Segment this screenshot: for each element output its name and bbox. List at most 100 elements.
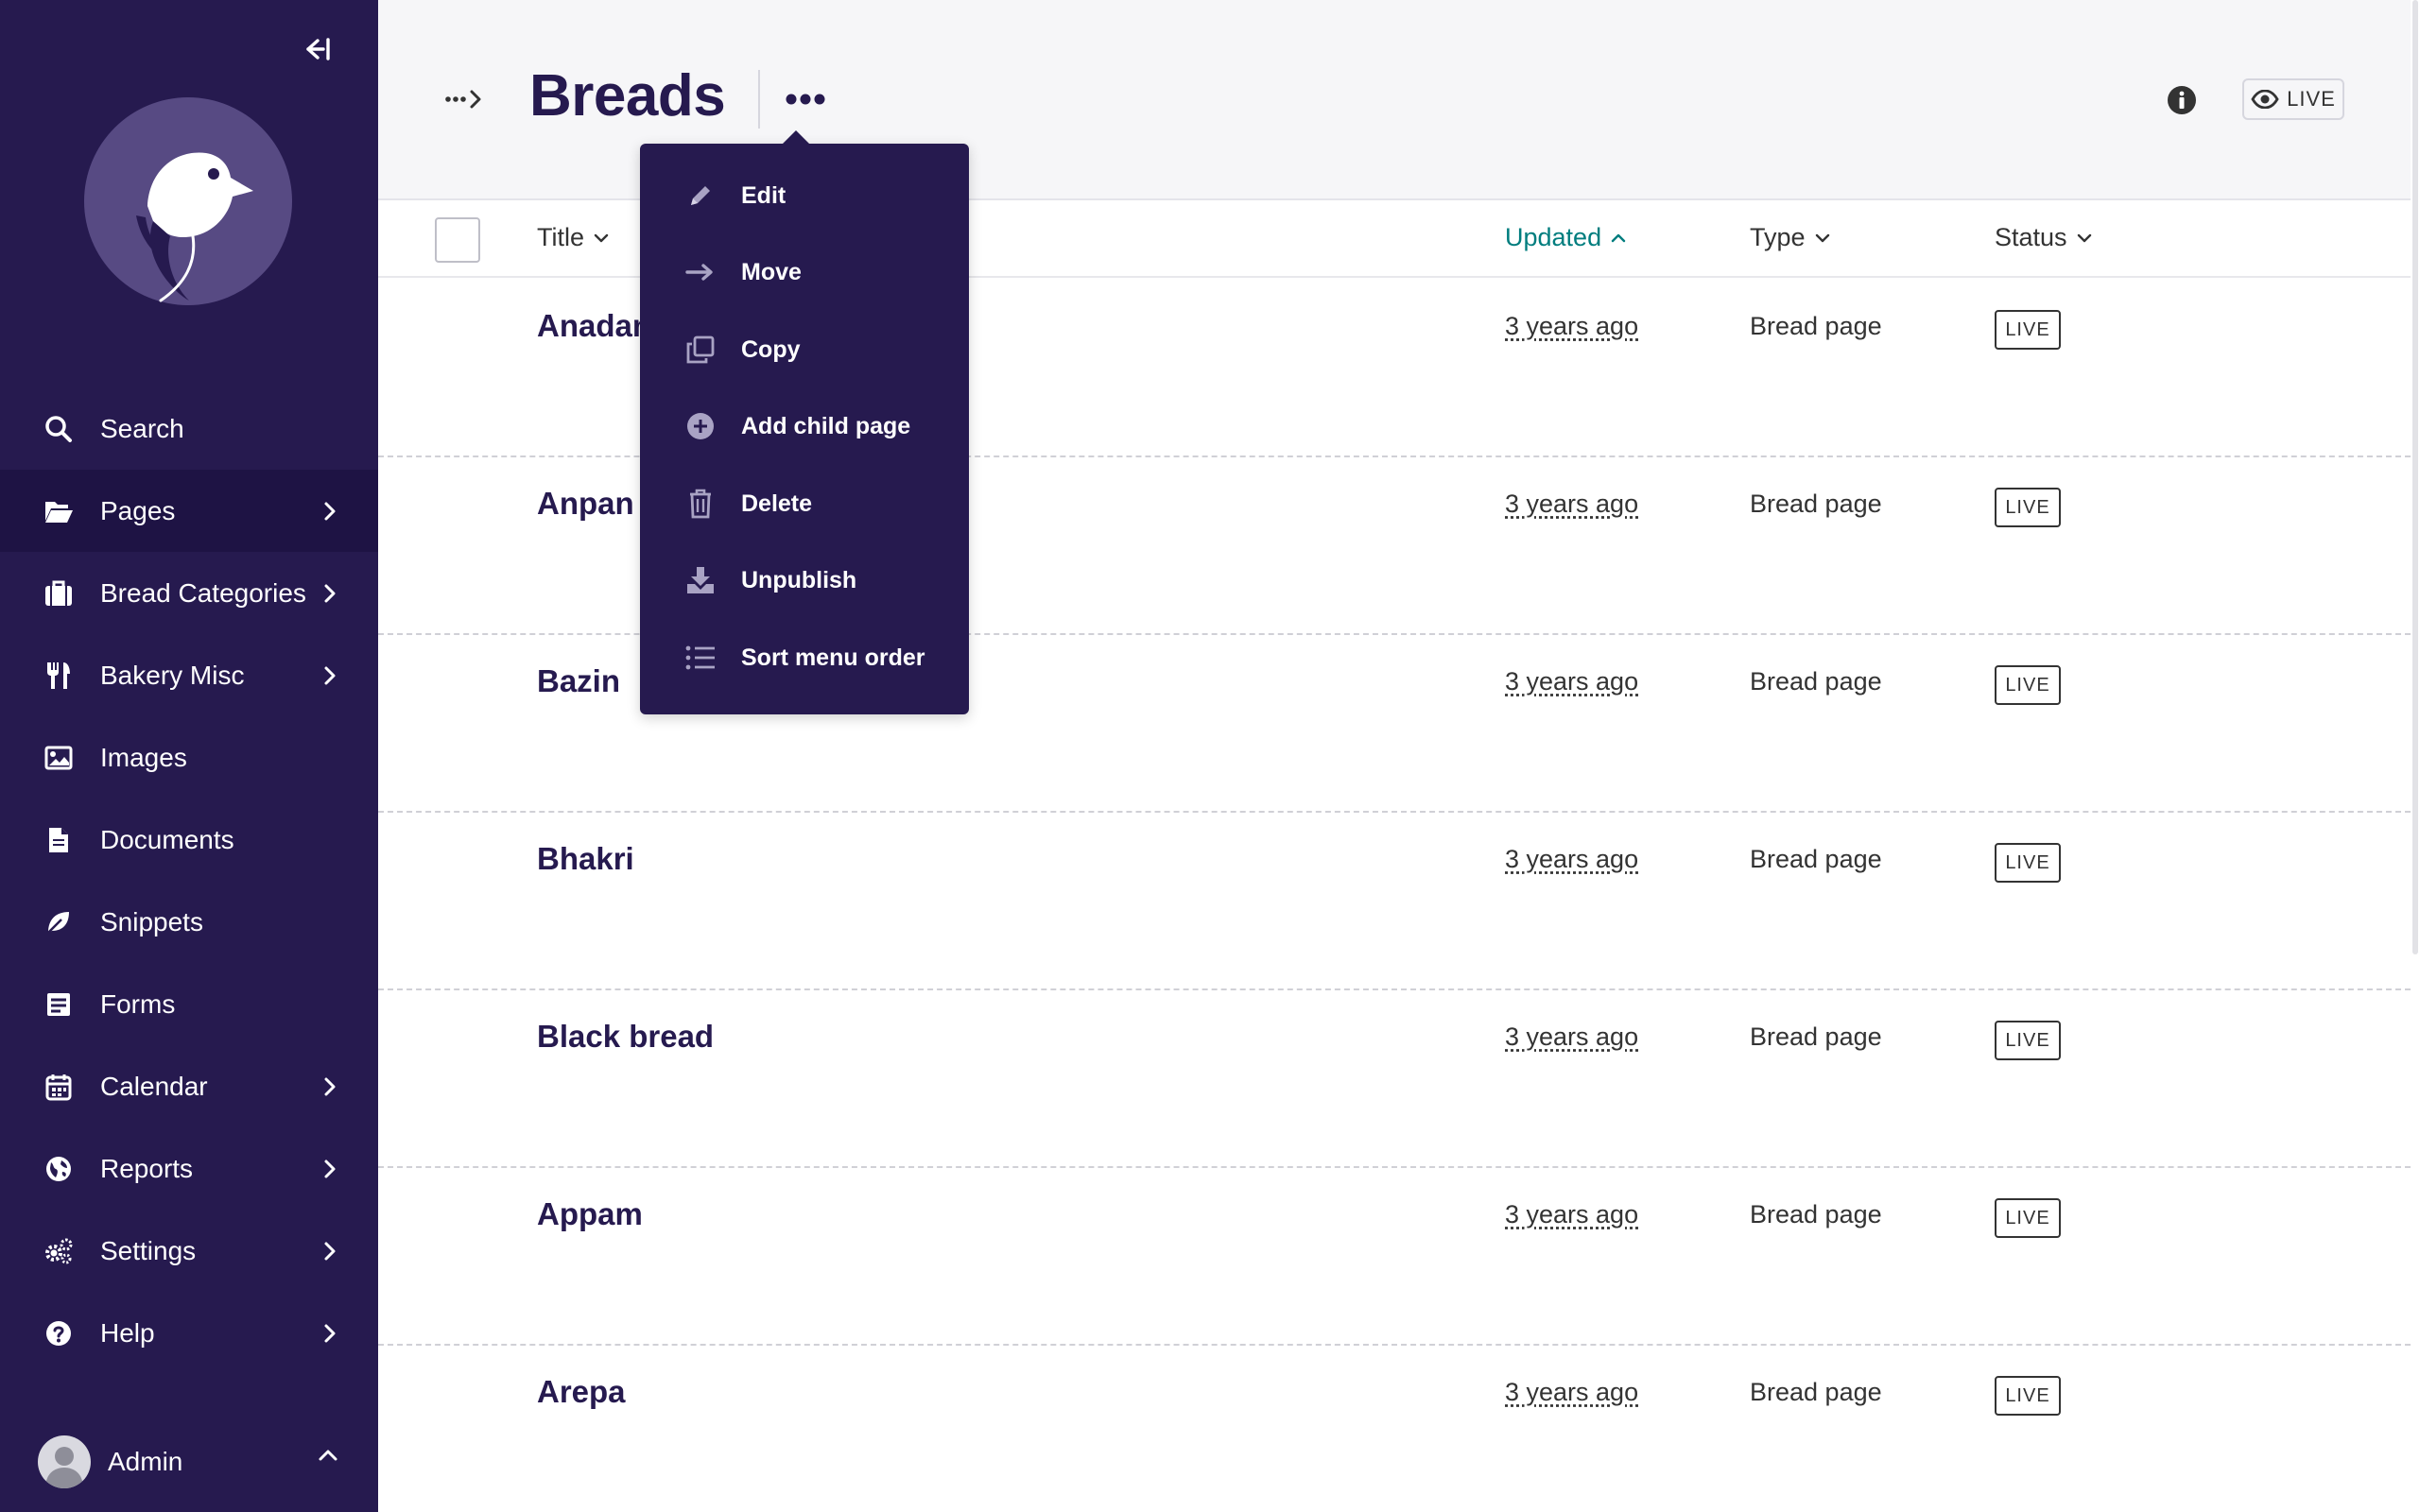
row-title-link[interactable]: Black bread [537,1019,714,1055]
calendar-icon [42,1070,76,1104]
sidebar-item-label: Bread Categories [100,577,306,608]
more-horizontal-icon [786,94,825,105]
row-type: Bread page [1750,1378,1882,1406]
sidebar-item-reports[interactable]: Reports [0,1127,378,1210]
breadcrumb-expand-icon [445,90,481,109]
view-live-button[interactable]: LIVE [2242,78,2344,120]
chevron-right-icon [320,1241,340,1262]
sidebar-item-bread-categories[interactable]: Bread Categories [0,552,378,634]
sidebar-item-label: Search [100,413,184,443]
sidebar-item-label: Help [100,1317,155,1348]
menu-item-move[interactable]: Move [640,239,969,305]
trash-icon [684,488,717,520]
wagtail-logo[interactable] [81,94,295,308]
status-badge: LIVE [1995,1198,2061,1238]
info-icon [2168,86,2196,114]
sidebar-item-label: Snippets [100,906,203,936]
folder-open-icon [42,494,76,528]
sidebar-item-calendar[interactable]: Calendar [0,1045,378,1127]
sidebar-item-label: Calendar [100,1071,208,1101]
image-icon [42,741,76,775]
page-info-button[interactable] [2165,83,2199,117]
sidebar-item-forms[interactable]: Forms [0,963,378,1045]
row-title-link[interactable]: Bazin [537,663,620,699]
sidebar-item-bakery-misc[interactable]: Bakery Misc [0,634,378,716]
sidebar-item-search[interactable]: Search [0,387,378,470]
menu-item-add-child-page[interactable]: Add child page [640,393,969,459]
sidebar-item-label: Reports [100,1153,194,1183]
cogs-icon [42,1234,76,1268]
column-type-label: Type [1750,223,1806,251]
scrollbar-thumb[interactable] [2412,0,2418,954]
list-icon [684,642,717,674]
collapse-left-icon [306,38,330,60]
table-row: Black bread 3 years ago Bread page LIVE [378,990,2411,1168]
status-badge: LIVE [1995,1021,2061,1060]
sidebar: Search Pages Bread Categories Bakery Mis… [0,0,378,1512]
row-title-link[interactable]: Arepa [537,1374,626,1410]
chevron-up-icon [318,1449,338,1467]
select-all-checkbox[interactable] [435,217,480,263]
chevron-right-icon [320,665,340,686]
copy-icon [684,334,717,366]
column-title-sort[interactable]: Title [537,223,609,252]
status-badge: LIVE [1995,1376,2061,1416]
row-updated: 3 years ago [1505,1200,1639,1228]
table-row: Arepa 3 years ago Bread page LIVE [378,1346,2411,1512]
chevron-right-icon [320,583,340,604]
row-type: Bread page [1750,1200,1882,1228]
menu-item-label: Edit [741,181,786,209]
account-name: Admin [108,1447,183,1476]
search-icon [42,412,76,446]
row-type: Bread page [1750,667,1882,696]
sidebar-item-label: Bakery Misc [100,660,245,690]
sidebar-item-label: Forms [100,988,176,1019]
row-title-link[interactable]: Appam [537,1196,643,1232]
menu-item-delete[interactable]: Delete [640,471,969,537]
sidebar-item-settings[interactable]: Settings [0,1210,378,1292]
status-badge: LIVE [1995,665,2061,705]
sidebar-item-documents[interactable]: Documents [0,799,378,881]
row-updated: 3 years ago [1505,845,1639,873]
page-title: Breads [529,63,726,129]
status-badge: LIVE [1995,843,2061,883]
menu-item-edit[interactable]: Edit [640,163,969,229]
menu-item-label: Delete [741,490,813,517]
row-updated: 3 years ago [1505,312,1639,340]
status-badge: LIVE [1995,488,2061,527]
plus-circle-icon [684,410,717,442]
row-title-link[interactable]: Bhakri [537,841,634,877]
account-menu-toggle[interactable]: Admin [0,1422,378,1502]
help-icon [42,1316,76,1350]
column-updated-sort[interactable]: Updated [1505,223,1626,252]
menu-item-label: Add child page [741,412,911,439]
sidebar-item-snippets[interactable]: Snippets [0,881,378,963]
page-scrollbar[interactable] [2411,0,2420,1512]
arrow-right-icon [684,256,717,288]
form-icon [42,988,76,1022]
chevron-right-icon [320,1076,340,1097]
breadcrumb-toggle-button[interactable] [441,83,488,115]
row-updated: 3 years ago [1505,1378,1639,1406]
column-title-label: Title [537,223,585,251]
sidebar-item-label: Images [100,742,187,772]
menu-item-unpublish[interactable]: Unpublish [640,547,969,613]
menu-item-copy[interactable]: Copy [640,317,969,383]
column-status-sort[interactable]: Status [1995,223,2092,252]
sidebar-item-pages[interactable]: Pages [0,470,378,552]
table-row: Bhakri 3 years ago Bread page LIVE [378,813,2411,990]
table-row: Appam 3 years ago Bread page LIVE [378,1168,2411,1346]
row-type: Bread page [1750,490,1882,518]
sidebar-item-help[interactable]: Help [0,1292,378,1374]
chevron-down-icon [2077,233,2091,242]
collapse-sidebar-button[interactable] [295,30,338,68]
menu-item-sort-menu-order[interactable]: Sort menu order [640,625,969,691]
column-type-sort[interactable]: Type [1750,223,1830,252]
column-status-label: Status [1995,223,2067,251]
row-title-link[interactable]: Anpan [537,486,634,522]
page-actions-button[interactable] [779,76,832,123]
chevron-up-icon [1611,233,1626,242]
chevron-down-icon [594,233,609,242]
sidebar-item-images[interactable]: Images [0,716,378,799]
chevron-down-icon [1815,233,1829,242]
